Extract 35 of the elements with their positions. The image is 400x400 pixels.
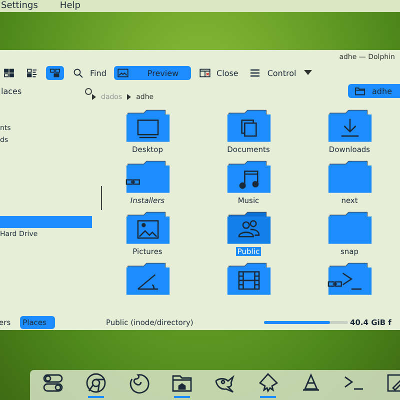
running-indicator — [88, 396, 104, 398]
folder-icon[interactable] — [124, 210, 170, 246]
folder-icon[interactable] — [124, 261, 170, 297]
folder-icon[interactable] — [226, 108, 272, 144]
view-mode-icon — [26, 67, 38, 79]
location-tab[interactable]: adhe — [348, 84, 400, 98]
running-indicator — [260, 396, 276, 398]
menu-item[interactable]: Help — [60, 1, 80, 11]
image-icon — [117, 67, 130, 79]
menu-item[interactable]: Settings — [1, 1, 38, 11]
folder-icon[interactable] — [124, 108, 170, 144]
running-indicator — [174, 396, 190, 398]
toolbar-button[interactable]: Preview — [114, 66, 191, 80]
folder-icon[interactable] — [226, 210, 272, 246]
folder-icon[interactable] — [326, 108, 372, 144]
close-icon[interactable] — [84, 88, 92, 94]
breadcrumb-arrow-icon — [127, 94, 132, 100]
folder-icon[interactable] — [326, 261, 372, 297]
split-view-icon — [198, 67, 211, 79]
toolbar-button[interactable]: Find — [69, 66, 110, 80]
menu-icon — [249, 67, 262, 79]
toolbar-button[interactable]: Close — [196, 66, 242, 80]
dropdown-caret-icon[interactable] — [304, 70, 312, 76]
toolbar-button[interactable]: Control — [246, 66, 300, 80]
view-mode-icon — [3, 67, 15, 79]
view-mode-button[interactable] — [46, 66, 64, 80]
panel-title: laces — [1, 86, 22, 96]
folder-icon — [354, 85, 366, 97]
folder-icon[interactable] — [226, 159, 272, 195]
breadcrumb-arrow-icon — [92, 94, 96, 100]
folder-icon[interactable] — [226, 261, 272, 297]
splitter-handle[interactable] — [101, 186, 102, 210]
folder-icon[interactable] — [124, 159, 170, 195]
view-mode-icon — [49, 67, 61, 79]
search-icon — [72, 67, 84, 79]
